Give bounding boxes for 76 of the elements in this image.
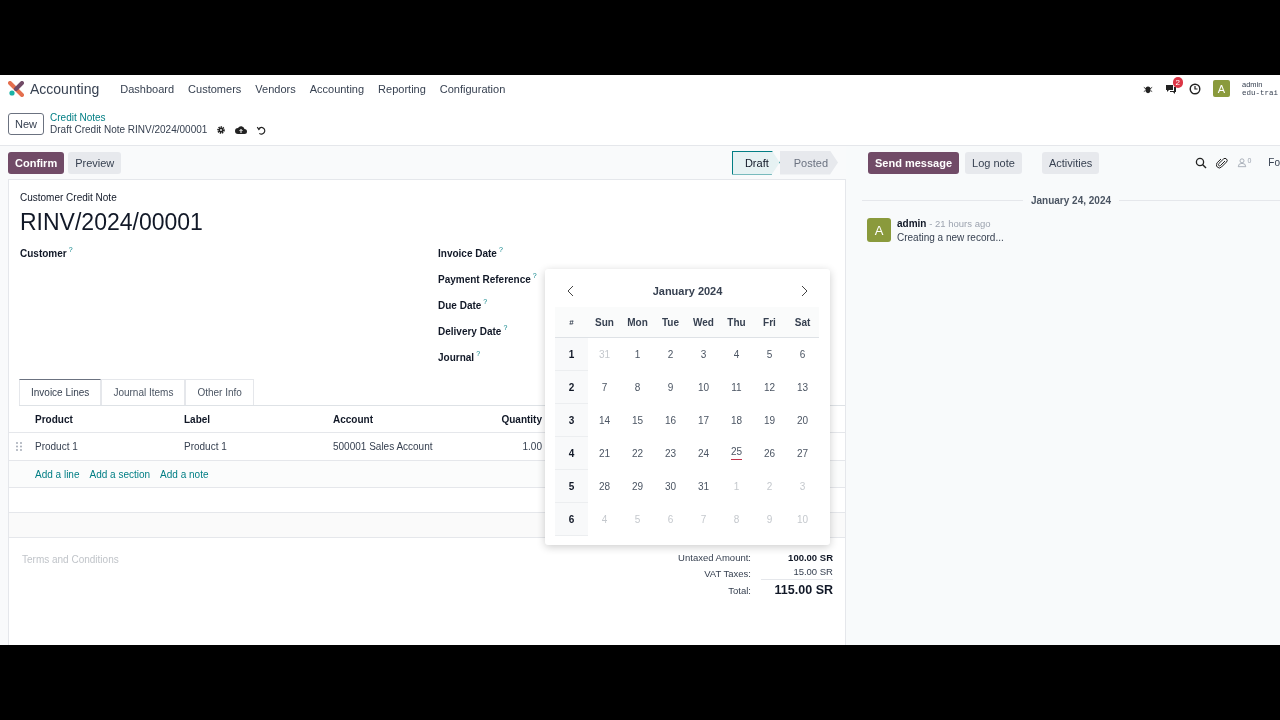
status-step[interactable]: Draft xyxy=(731,150,780,175)
table-cell: 1.00 xyxy=(522,441,542,452)
total-label: Total: xyxy=(727,584,751,596)
total-value: 100.00 SR xyxy=(787,552,833,563)
field-label: Invoice Date xyxy=(438,248,497,259)
column-header[interactable]: Account xyxy=(333,413,373,425)
message-time: - 21 hours ago xyxy=(929,218,991,229)
field-label: Delivery Date xyxy=(438,326,502,337)
weekday-header: Sun xyxy=(595,316,614,328)
week-number: 2 xyxy=(568,381,575,393)
field-label: Journal xyxy=(438,352,475,363)
record-title: Draft Credit Note RINV/2024/00001 xyxy=(50,123,208,136)
total-label: VAT Taxes: xyxy=(703,567,751,579)
column-header[interactable]: Product xyxy=(35,413,73,425)
column-header[interactable]: Quantity xyxy=(501,413,542,425)
confirm-button[interactable]: Confirm xyxy=(8,151,65,174)
add-link[interactable]: Add a line xyxy=(35,468,80,480)
field-label: Due Date xyxy=(438,300,482,311)
clock-icon[interactable] xyxy=(1189,82,1201,95)
weekday-header: Fri xyxy=(763,316,776,328)
paperclip-icon[interactable] xyxy=(1216,156,1229,169)
week-number-header: # xyxy=(569,317,574,327)
field-label: Customer xyxy=(20,248,67,259)
total-value: 115.00 SR xyxy=(773,583,833,597)
log-note-button[interactable]: Log note xyxy=(965,151,1022,174)
menu-item[interactable]: Customers xyxy=(181,82,249,95)
menu-item[interactable]: Reporting xyxy=(371,82,433,95)
menu-item[interactable]: Accounting xyxy=(302,82,372,95)
week-number: 6 xyxy=(568,513,575,525)
drag-handle-icon[interactable] xyxy=(16,442,22,451)
gear-icon[interactable] xyxy=(216,124,227,135)
add-link[interactable]: Add a section xyxy=(89,468,151,480)
notebook-tab[interactable]: Other Info xyxy=(185,379,254,405)
send-message-button[interactable]: Send message xyxy=(868,151,960,174)
week-number: 1 xyxy=(568,348,575,360)
week-number: 5 xyxy=(568,480,575,492)
weekday-header: Tue xyxy=(661,316,679,328)
chat-icon[interactable] xyxy=(1165,82,1177,95)
menu-item[interactable]: Vendors xyxy=(248,82,303,95)
total-value: 15.00 SR xyxy=(761,566,833,580)
field-label: Payment Reference xyxy=(438,274,531,285)
total-label: Untaxed Amount: xyxy=(678,552,751,563)
table-cell: Product 1 xyxy=(184,441,227,452)
message-body: Creating a new record... xyxy=(897,232,1004,243)
notebook-tab[interactable]: Journal Items xyxy=(101,379,186,405)
preview-button[interactable]: Preview xyxy=(68,151,122,174)
document-number: RINV/2024/00001 xyxy=(20,209,204,236)
status-step[interactable]: Posted xyxy=(779,150,838,175)
follow-button[interactable]: Fo xyxy=(1268,157,1280,168)
weekday-header: Mon xyxy=(627,316,648,328)
author-avatar: A xyxy=(867,218,891,242)
cloud-upload-icon[interactable] xyxy=(235,123,248,136)
undo-icon[interactable] xyxy=(256,124,267,135)
table-cell: Product 1 xyxy=(35,441,78,452)
month-title: January 2024 xyxy=(652,285,723,297)
weekday-header: Wed xyxy=(693,316,714,328)
weekday-header: Sat xyxy=(794,316,811,328)
week-number: 3 xyxy=(568,414,575,426)
add-link[interactable]: Add a note xyxy=(160,468,209,480)
table-cell: 500001 Sales Account xyxy=(333,441,433,452)
menu-item[interactable]: Dashboard xyxy=(113,82,182,95)
app-logo-icon[interactable] xyxy=(8,80,24,97)
message-author: admin xyxy=(897,218,927,229)
date-separator: January 24, 2024 xyxy=(1030,195,1112,206)
breadcrumb-link[interactable]: Credit Notes xyxy=(50,111,267,124)
notification-badge: 2 xyxy=(1172,76,1183,88)
menu-item[interactable]: Configuration xyxy=(432,82,513,95)
document-type: Customer Credit Note xyxy=(20,192,118,203)
notebook-tab[interactable]: Invoice Lines xyxy=(19,379,102,405)
app-name[interactable]: Accounting xyxy=(30,80,100,97)
new-button[interactable]: New xyxy=(8,112,44,135)
search-icon[interactable] xyxy=(1195,156,1208,169)
week-number: 4 xyxy=(568,447,575,459)
activities-button[interactable]: Activities xyxy=(1041,151,1100,174)
weekday-header: Thu xyxy=(727,316,746,328)
column-header[interactable]: Label xyxy=(184,413,211,425)
